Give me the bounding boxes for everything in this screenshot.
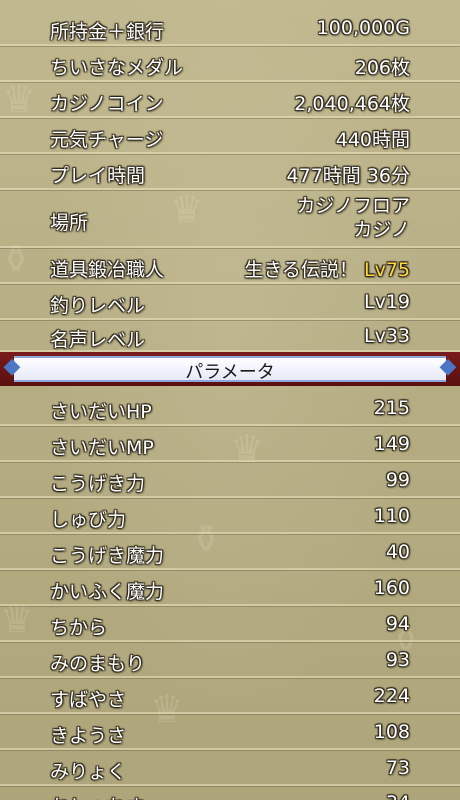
- status-row-fame-level: 名声レベル Lv33: [0, 320, 460, 352]
- row-label: さいだいHP: [50, 401, 152, 423]
- row-label: みりょく: [50, 761, 127, 783]
- row-value: 110: [373, 505, 410, 527]
- row-label: おしゃれさ: [50, 792, 145, 800]
- row-label: ちから: [50, 617, 108, 639]
- row-value: 149: [373, 433, 410, 455]
- craft-level: Lv75: [363, 259, 410, 281]
- row-value: 206枚: [354, 57, 410, 79]
- param-row-defense: しゅび力 110: [0, 498, 460, 534]
- row-label: 元気チャージ: [50, 129, 164, 151]
- row-value: Lv19: [363, 291, 410, 313]
- row-value: 73: [385, 757, 410, 779]
- param-row-strength: ちから 94: [0, 606, 460, 642]
- status-row-location: 場所 カジノフロア カジノ: [0, 190, 460, 248]
- row-label: こうげき魔力: [50, 545, 165, 567]
- param-row-max-mp: さいだいMP 149: [0, 426, 460, 462]
- status-row-money: 所持金＋銀行 100,000G: [0, 0, 460, 46]
- row-label: カジノコイン: [50, 93, 164, 115]
- status-row-small-medals: ちいさなメダル 206枚: [0, 46, 460, 82]
- row-value: 440時間: [335, 129, 410, 151]
- row-value: 93: [385, 649, 410, 671]
- row-value: Lv33: [363, 325, 410, 347]
- row-value: 100,000G: [316, 17, 410, 39]
- location-floor: カジノフロア: [296, 195, 410, 217]
- param-row-heal-magic: かいふく魔力 160: [0, 570, 460, 606]
- row-value: 2,040,464枚: [294, 93, 410, 115]
- status-row-craft: 道具鍛冶職人 生きる伝説！ Lv75: [0, 248, 460, 284]
- row-label: すばやさ: [50, 689, 127, 711]
- param-row-attack: こうげき力 99: [0, 462, 460, 498]
- param-row-dexterity: きようさ 108: [0, 714, 460, 750]
- location-area: カジノ: [353, 219, 410, 241]
- row-label: みのまもり: [50, 653, 146, 675]
- status-row-play-time: プレイ時間 477時間 36分: [0, 154, 460, 190]
- row-value: 94: [385, 613, 410, 635]
- param-row-vitality: みのまもり 93: [0, 642, 460, 678]
- location-value: カジノフロア カジノ: [296, 194, 410, 242]
- param-row-agility: すばやさ 224: [0, 678, 460, 714]
- row-label: しゅび力: [50, 509, 127, 531]
- row-value: 160: [373, 577, 410, 599]
- row-label: 所持金＋銀行: [50, 21, 165, 43]
- row-label: 場所: [50, 212, 89, 234]
- row-label: さいだいMP: [50, 437, 154, 459]
- row-value: 99: [385, 469, 410, 491]
- row-label: かいふく魔力: [50, 581, 165, 603]
- section-header-parameters: ◆ ◆ パラメータ: [0, 352, 460, 386]
- param-row-charm: みりょく 73: [0, 750, 460, 786]
- param-row-fashion: おしゃれさ 34: [0, 786, 460, 800]
- row-label: 道具鍛冶職人: [50, 259, 165, 281]
- param-row-max-hp: さいだいHP 215: [0, 390, 460, 426]
- row-label: プレイ時間: [50, 165, 146, 187]
- row-value: 477時間 36分: [286, 165, 410, 187]
- row-label: 名声レベル: [50, 329, 146, 351]
- row-label: 釣りレベル: [50, 295, 146, 317]
- status-row-genki-charge: 元気チャージ 440時間: [0, 118, 460, 154]
- row-value: 108: [373, 721, 410, 743]
- row-value: 40: [385, 541, 410, 563]
- row-label: こうげき力: [50, 473, 146, 495]
- craft-value: 生きる伝説！ Lv75: [244, 255, 410, 282]
- section-title: パラメータ: [185, 362, 275, 383]
- row-label: ちいさなメダル: [50, 57, 184, 79]
- param-row-attack-magic: こうげき魔力 40: [0, 534, 460, 570]
- row-value: 215: [373, 397, 410, 419]
- row-label: きようさ: [50, 725, 127, 747]
- craft-title: 生きる伝説！: [244, 259, 358, 281]
- status-row-casino-coins: カジノコイン 2,040,464枚: [0, 82, 460, 118]
- row-value: 224: [373, 685, 410, 707]
- status-row-fishing-level: 釣りレベル Lv19: [0, 284, 460, 320]
- row-value: 34: [386, 792, 410, 800]
